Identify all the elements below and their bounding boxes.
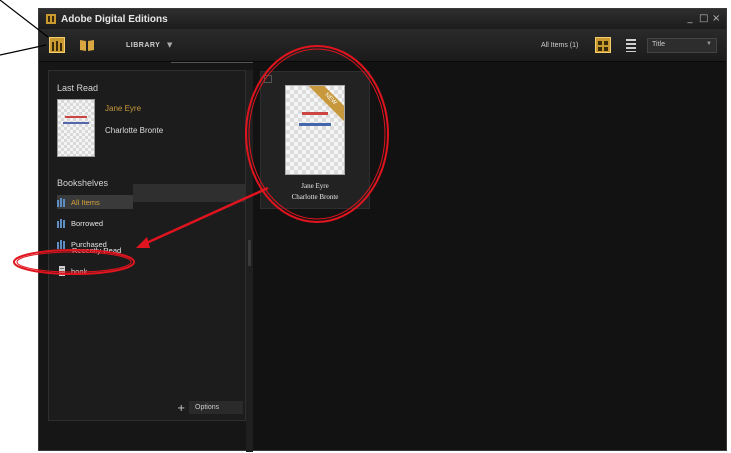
- shelf-item-all-items[interactable]: All Items: [57, 195, 133, 209]
- item-count: All Items (1): [541, 42, 579, 49]
- grid-view-button[interactable]: [595, 37, 611, 53]
- selection-strip: [133, 184, 247, 202]
- last-read-heading: Last Read: [57, 83, 99, 93]
- add-shelf-button[interactable]: +: [177, 403, 185, 414]
- chevron-down-icon[interactable]: ▼: [167, 41, 172, 49]
- book-cover[interactable]: NEW: [285, 85, 345, 175]
- book-icon: [59, 266, 65, 276]
- app-window: Adobe Digital Editions _ □ × LIBRARY ▼ A…: [38, 8, 727, 452]
- book-author: Charlotte Bronte: [291, 193, 339, 201]
- maximize-button[interactable]: □: [699, 13, 708, 24]
- sidebar-footer: + Options: [49, 396, 245, 420]
- panel-splitter[interactable]: [246, 70, 253, 452]
- sidebar: Last Read Jane Eyre Charlotte Bronte Boo…: [48, 70, 247, 421]
- splitter-grip[interactable]: [248, 240, 251, 266]
- last-read-title[interactable]: Jane Eyre: [105, 104, 141, 113]
- open-book-icon: [80, 40, 94, 51]
- bookshelves-heading: Bookshelves: [57, 178, 109, 188]
- window-controls: _ □ ×: [686, 13, 721, 24]
- shelf-item-borrowed[interactable]: Borrowed: [57, 216, 103, 230]
- minimize-button[interactable]: _: [686, 13, 694, 24]
- shelf-label: Borrowed: [71, 218, 104, 228]
- library-menu[interactable]: LIBRARY: [126, 42, 160, 49]
- app-logo-icon: [46, 14, 56, 24]
- sort-dropdown[interactable]: Title ▼: [647, 38, 717, 53]
- bookshelf-icon: [57, 219, 65, 228]
- last-read-cover[interactable]: [57, 99, 95, 157]
- list-icon: [626, 39, 636, 52]
- library-content: NEW Jane Eyre Charlotte Bronte: [253, 62, 726, 450]
- close-button[interactable]: ×: [712, 13, 720, 24]
- shelf-item-book[interactable]: book: [57, 264, 87, 278]
- list-view-button[interactable]: [623, 37, 639, 53]
- sort-value: Title: [652, 41, 665, 48]
- shelf-label: All Items: [71, 197, 100, 207]
- last-read-author: Charlotte Bronte: [105, 126, 164, 135]
- shelf-label: book: [71, 266, 88, 276]
- options-button[interactable]: Options: [189, 401, 243, 414]
- bookshelf-icon: [57, 198, 65, 207]
- book-title: Jane Eyre: [301, 182, 329, 190]
- library-icon: [52, 41, 62, 51]
- shelf-item-recently-read[interactable]: Recently Read: [72, 246, 121, 255]
- book-select-checkbox[interactable]: [264, 75, 272, 83]
- chevron-down-icon: ▼: [706, 41, 712, 47]
- title-bar: Adobe Digital Editions _ □ ×: [39, 9, 726, 29]
- book-card[interactable]: NEW Jane Eyre Charlotte Bronte: [260, 71, 370, 209]
- new-badge: NEW: [306, 86, 344, 124]
- bookshelf-icon: [57, 240, 65, 249]
- window-title: Adobe Digital Editions: [61, 13, 168, 25]
- toolbar: LIBRARY ▼ All Items (1) Title ▼: [39, 29, 726, 62]
- reading-view-button[interactable]: [79, 37, 95, 53]
- library-view-button[interactable]: [49, 37, 65, 53]
- grid-icon: [598, 41, 608, 51]
